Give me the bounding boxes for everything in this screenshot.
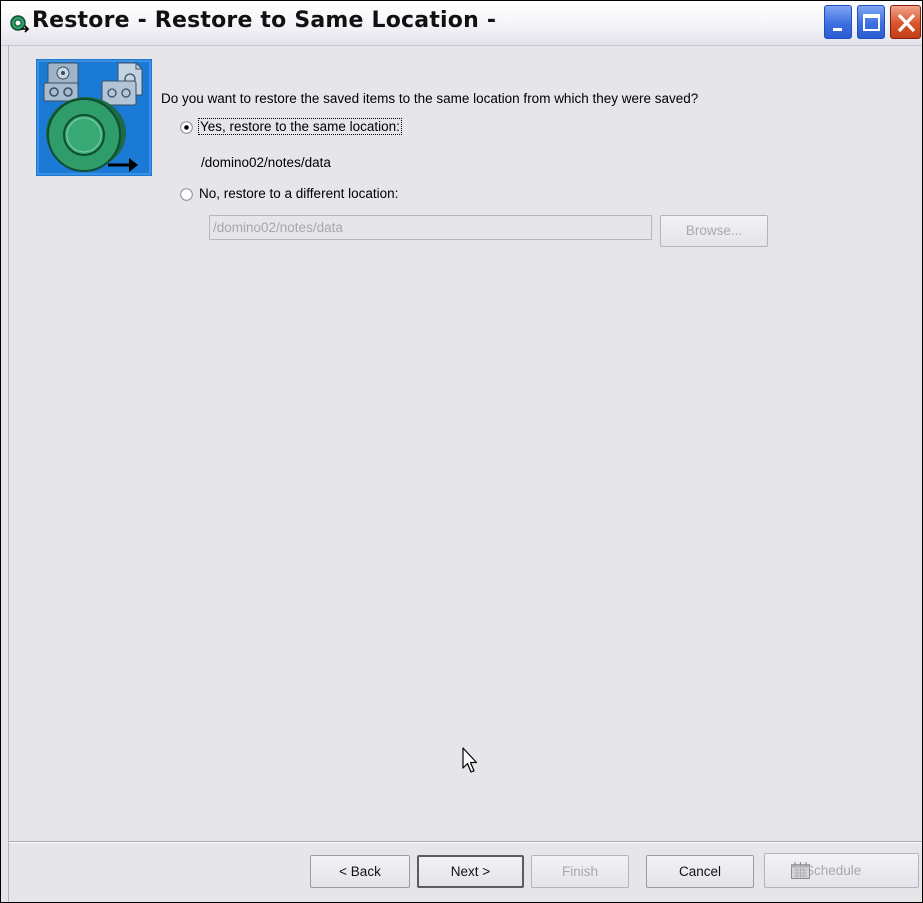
minimize-button[interactable] [824, 5, 852, 39]
cancel-button[interactable]: Cancel [646, 855, 754, 888]
different-location-input[interactable] [209, 215, 652, 240]
schedule-button[interactable]: Schedule [764, 853, 919, 888]
original-location-path: /domino02/notes/data [201, 155, 331, 170]
radio-different-location[interactable] [180, 188, 193, 201]
mouse-pointer-icon [462, 747, 478, 773]
close-button[interactable] [890, 5, 921, 39]
radio-same-location-label[interactable]: Yes, restore to the same location: [198, 118, 402, 135]
next-button[interactable]: Next > [417, 855, 524, 888]
radio-different-location-label[interactable]: No, restore to a different location: [199, 186, 398, 201]
calendar-icon [791, 862, 810, 879]
restore-app-icon [10, 15, 29, 33]
window-left-edge [8, 45, 9, 902]
tape-restore-wizard-image [36, 59, 152, 176]
minimize-icon [833, 28, 842, 31]
close-icon [897, 13, 916, 33]
footer-separator-highlight [9, 842, 922, 843]
maximize-icon [863, 14, 880, 31]
radio-same-location[interactable] [180, 121, 193, 134]
title-bar[interactable]: Restore - Restore to Same Location - [1, 1, 922, 46]
window-title: Restore - Restore to Same Location - [32, 8, 497, 33]
finish-button[interactable]: Finish [531, 855, 629, 888]
restore-wizard-window: Restore - Restore to Same Location - Do … [0, 0, 923, 903]
restore-question: Do you want to restore the saved items t… [161, 91, 699, 106]
back-button[interactable]: < Back [310, 855, 410, 888]
browse-button[interactable]: Browse... [660, 215, 768, 247]
maximize-button[interactable] [857, 5, 885, 39]
schedule-button-label: Schedule [805, 863, 862, 878]
